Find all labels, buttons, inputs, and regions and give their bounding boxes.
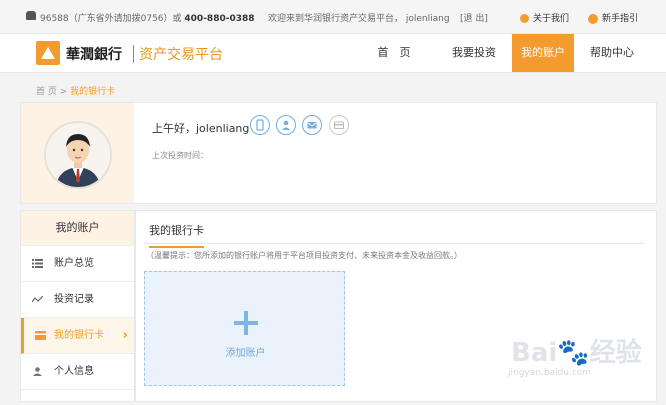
card-icon xyxy=(35,331,46,340)
logo-divider xyxy=(133,45,134,63)
about-icon xyxy=(520,14,529,23)
breadcrumb-current: 我的银行卡 xyxy=(70,87,116,97)
avatar xyxy=(44,121,112,189)
identity-verify-icon[interactable] xyxy=(276,115,296,135)
main-header: 華潤銀行 资产交易平台 首 页 我要投资 我的账户 帮助中心 xyxy=(0,34,666,73)
account-sidebar: 我的账户 账户总览 投资记录 我的银行卡 › 个人信息 xyxy=(20,210,135,402)
sidebar-item-overview[interactable]: 账户总览 xyxy=(21,246,134,282)
phone-verify-icon[interactable] xyxy=(250,115,270,135)
baidu-watermark: Bai🐾经验 jingyan.baidu.com xyxy=(508,332,658,382)
sidebar-item-label: 我的银行卡 xyxy=(54,330,104,341)
avatar-area xyxy=(21,103,134,203)
nav-help-center[interactable]: 帮助中心 xyxy=(584,34,640,72)
breadcrumb: 首 页 > 我的银行卡 xyxy=(36,84,115,97)
sidebar-item-bank-cards[interactable]: 我的银行卡 › xyxy=(21,318,134,354)
add-account-card[interactable]: 添加账户 xyxy=(144,271,345,386)
nav-invest[interactable]: 我要投资 xyxy=(446,34,502,72)
nav-home[interactable]: 首 页 xyxy=(372,34,416,72)
welcome-text: 欢迎来到华润银行资产交易平台， jolenliang xyxy=(268,14,450,24)
sidebar-item-invest-records[interactable]: 投资记录 xyxy=(21,282,134,318)
sidebar-item-label: 投资记录 xyxy=(54,294,94,305)
email-verify-icon[interactable] xyxy=(302,115,322,135)
user-icon xyxy=(33,367,42,376)
list-icon xyxy=(32,259,43,268)
sidebar-title: 我的账户 xyxy=(21,211,134,246)
platform-name: 资产交易平台 xyxy=(139,47,223,63)
last-invest-time: 上次投资时间： xyxy=(152,151,208,160)
plus-icon-vertical xyxy=(244,311,248,335)
about-us-link[interactable]: 关于我们 xyxy=(520,11,569,24)
profile-panel: 上午好，jolenliang 上次投资时间： xyxy=(20,102,657,204)
greeting-text: 上午好，jolenliang xyxy=(152,122,250,135)
trend-icon xyxy=(32,295,43,303)
top-bar: 96588（广东省外请加拨0756）或 400-880-0388 欢迎来到华润银… xyxy=(0,0,666,34)
bank-name[interactable]: 華潤銀行 xyxy=(66,44,122,64)
logo-icon[interactable] xyxy=(36,41,60,65)
watermark-url: jingyan.baidu.com xyxy=(508,368,592,378)
breadcrumb-separator: > xyxy=(56,87,71,97)
breadcrumb-home[interactable]: 首 页 xyxy=(36,87,57,97)
title-divider xyxy=(144,243,644,244)
warm-tip: （温馨提示：您所添加的银行账户将用于平台项目投资支付、未来投资本金及收益回款。） xyxy=(146,251,462,260)
sidebar-item-personal-info[interactable]: 个人信息 xyxy=(21,354,134,390)
nav-my-account[interactable]: 我的账户 xyxy=(512,34,574,72)
service-phone: 96588（广东省外请加拨0756）或 400-880-0388 xyxy=(40,14,255,24)
bankcard-verify-icon[interactable] xyxy=(329,115,349,135)
add-account-label: 添加账户 xyxy=(225,348,266,359)
panel-title: 我的银行卡 xyxy=(149,222,204,248)
watermark-text: Bai🐾经验 xyxy=(511,338,642,368)
chevron-right-icon: › xyxy=(122,328,128,343)
sidebar-item-label: 个人信息 xyxy=(54,366,94,377)
beginner-guide-link[interactable]: 新手指引 xyxy=(588,11,638,24)
sidebar-item-label: 账户总览 xyxy=(54,258,94,269)
phone-icon xyxy=(26,11,36,20)
guide-icon xyxy=(588,13,598,24)
logout-link[interactable]: [退 出] xyxy=(460,11,488,24)
